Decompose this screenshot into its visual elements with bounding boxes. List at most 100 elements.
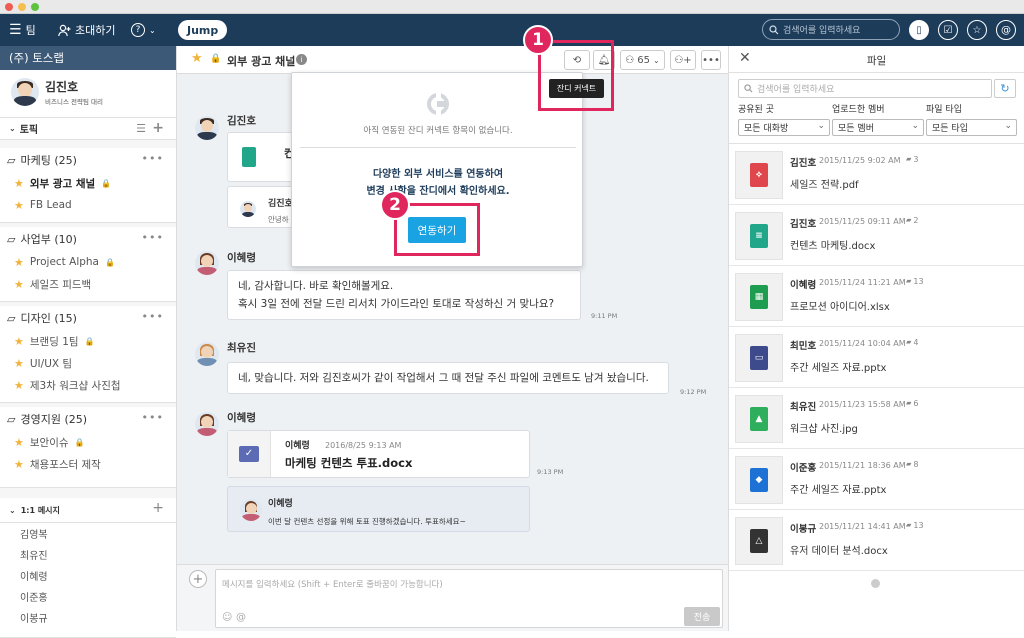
lock-icon: 🔒	[74, 437, 85, 447]
lock-icon: 🔒	[84, 336, 95, 346]
help-icon: ?	[131, 23, 145, 37]
more-icon[interactable]: •••	[142, 152, 164, 165]
channel-title: 외부 광고 채널	[227, 55, 296, 68]
message-time: 9:11 PM	[591, 312, 618, 320]
maximize-window-icon[interactable]	[31, 3, 39, 11]
topic-item[interactable]: ★ 채용포스터 제작	[0, 453, 176, 475]
reply-card[interactable]: 김진호 안녕하	[227, 186, 297, 228]
close-window-icon[interactable]	[5, 3, 13, 11]
chevron-down-icon: ⌄	[653, 55, 660, 65]
uploader-select[interactable]: 모든 멤버 ⌄	[832, 119, 924, 136]
file-row[interactable]: ◆ 이준홍 2015/11/21 18:36 AM ▰ 8 주간 세일즈 자료.pptx	[729, 450, 1024, 510]
topic-item[interactable]: ★ 세일즈 피드백	[0, 273, 176, 295]
file-row[interactable]: ▲ 최유진 2015/11/23 15:58 AM ▰ 6 워크샵 사진.jpg	[729, 389, 1024, 449]
more-icon[interactable]: •••	[142, 231, 164, 244]
filter-label: 파일 타입	[926, 105, 962, 115]
folder-icon: ▱	[7, 311, 16, 325]
comment-count-value: 13	[913, 521, 924, 530]
topic-item[interactable]: ★ FB Lead	[0, 194, 176, 216]
mention-icon[interactable]: @	[236, 612, 246, 623]
message-author: 이혜령	[227, 252, 256, 264]
help-menu-button[interactable]: ? ⌄	[131, 14, 156, 46]
add-topic-icon[interactable]: +	[152, 120, 164, 136]
emoji-icon[interactable]: ☺	[222, 612, 232, 623]
folder-icon: ▱	[7, 153, 16, 167]
profile-card[interactable]: 김진호 비즈니스 전략팀 대리	[0, 70, 176, 118]
dm-item[interactable]: 김영복	[0, 523, 176, 544]
invite-member-button[interactable]: ⚇+	[670, 50, 696, 70]
user-icon: ⚇	[625, 54, 635, 66]
lock-icon: 🔒	[105, 257, 115, 267]
dm-item[interactable]: 이혜령	[0, 565, 176, 586]
topic-item[interactable]: ★ Project Alpha 🔒	[0, 251, 176, 273]
message-time: 9:12 PM	[680, 388, 707, 396]
channel-header: ★ 🔒 외부 광고 채널 i ⟲ 🔔︎ ⚇ 65 ⌄ ⚇+ •••	[177, 46, 728, 74]
jump-button[interactable]: Jump	[178, 20, 228, 40]
members-button[interactable]: ⚇ 65 ⌄	[620, 50, 665, 70]
topic-item[interactable]: ★ 브랜딩 1팀 🔒	[0, 330, 176, 352]
dm-item[interactable]: 이준홍	[0, 586, 176, 607]
popup-description-line1: 다양한 외부 서비스를 연동하여	[372, 169, 504, 180]
star-icon[interactable]: ★	[191, 51, 203, 66]
file-row[interactable]: ≡ 김진호 2015/11/25 09:11 AM ▰ 2 컨텐츠 마케팅.docx	[729, 206, 1024, 266]
dm-header[interactable]: ⌄ 1:1 메시지	[0, 498, 176, 522]
star-icon: ★	[14, 176, 24, 190]
more-icon[interactable]: •••	[142, 310, 164, 323]
file-comment-card[interactable]: 이혜령 이번 달 컨텐츠 선정을 위해 토표 진행하겠습니다. 투표하세요~	[227, 486, 530, 532]
attach-plus-icon[interactable]: +	[189, 570, 207, 588]
topic-item[interactable]: ★ 외부 광고 채널 🔒	[0, 172, 176, 194]
list-icon[interactable]: ☰	[136, 122, 146, 135]
file-author: 김진호	[790, 158, 817, 169]
avatar	[195, 251, 219, 275]
topics-header[interactable]: ⌄ 토픽 ☰ +	[0, 118, 176, 140]
info-icon[interactable]: i	[296, 54, 307, 65]
dm-item[interactable]: 이봉규	[0, 607, 176, 628]
star-icon: ★	[14, 435, 24, 449]
file-message-card[interactable]: ✓ 이혜령 2016/8/25 9:13 AM 마케팅 컨텐츠 투표.docx	[227, 430, 530, 478]
files-search-input[interactable]: 검색어를 입력하세요	[738, 79, 992, 98]
file-author: 최민호	[790, 341, 817, 352]
message-author: 김진호	[227, 115, 256, 127]
file-row[interactable]: △ 이봉규 2015/11/21 14:41 AM ▰ 13 유저 데이터 분석.docx	[729, 511, 1024, 571]
google-drive-file-icon: △	[750, 529, 768, 553]
calendar-check-icon[interactable]: ☑	[938, 20, 958, 40]
team-menu-button[interactable]: ☰ 팀	[9, 14, 36, 46]
topic-item[interactable]: ★ 제3차 워크샵 사진첩	[0, 374, 176, 396]
file-row[interactable]: ▦ 이혜령 2015/11/24 11:21 AM ▰ 13 프로모션 아이디어.xlsx	[729, 267, 1024, 327]
comment-icon: ▰	[906, 155, 912, 163]
top-navigation-bar: ☰ 팀 초대하기 ? ⌄ Jump 검색어를 입력하세요 ▯ ☑ ☆ @	[0, 14, 1024, 46]
add-dm-icon[interactable]: +	[152, 500, 164, 516]
shared-in-select[interactable]: 모든 대화방 ⌄	[738, 119, 830, 136]
message-bubble: 네, 맞습니다. 저와 김진호씨가 같이 작업해서 그 때 전달 주신 파일에 …	[227, 362, 669, 394]
file-row[interactable]: ▭ 최민호 2015/11/24 10:04 AM ▰ 4 주간 세일즈 자료.pptx	[729, 328, 1024, 388]
document-icon	[242, 147, 256, 167]
window-titlebar	[0, 0, 1024, 14]
avatar	[11, 78, 39, 106]
files-icon[interactable]: ▯	[909, 20, 929, 40]
minimize-window-icon[interactable]	[18, 3, 26, 11]
comment-icon: ▰	[906, 399, 912, 407]
file-row[interactable]: ⟡ 김진호 2015/11/25 9:02 AM ▰ 3 세일즈 전략.pdf	[729, 145, 1024, 205]
more-options-button[interactable]: •••	[701, 50, 721, 70]
comment-count-value: 3	[913, 155, 919, 164]
file-type-select[interactable]: 모든 타입 ⌄	[926, 119, 1017, 136]
file-name: 세일즈 전략.pdf	[790, 180, 859, 191]
pdf-file-icon: ⟡	[750, 163, 768, 187]
send-button[interactable]: 전송	[684, 607, 720, 626]
mention-icon[interactable]: @	[996, 20, 1016, 40]
team-name[interactable]: (주) 토스랩	[0, 46, 176, 70]
file-thumb: ▭	[735, 334, 783, 382]
file-message-card[interactable]: 컨	[227, 132, 297, 182]
dm-item[interactable]: 최유진	[0, 544, 176, 565]
topic-item[interactable]: ★ 보안이슈 🔒	[0, 431, 176, 453]
star-icon[interactable]: ☆	[967, 20, 987, 40]
message-input[interactable]: 메시지를 입력하세요 (Shift + Enter로 줄바꿈이 가능합니다) ☺…	[215, 569, 723, 628]
global-search-input[interactable]: 검색어를 입력하세요	[762, 19, 900, 40]
file-date: 2015/11/25 9:02 AM	[819, 156, 901, 165]
file-name: 프로모션 아이디어.xlsx	[790, 302, 890, 313]
more-icon[interactable]: •••	[142, 411, 164, 424]
topic-item[interactable]: ★ UI/UX 팀	[0, 352, 176, 374]
comment-count: ▰ 4	[906, 338, 918, 347]
invite-button[interactable]: 초대하기	[58, 14, 115, 46]
refresh-icon[interactable]: ↻	[994, 79, 1016, 98]
